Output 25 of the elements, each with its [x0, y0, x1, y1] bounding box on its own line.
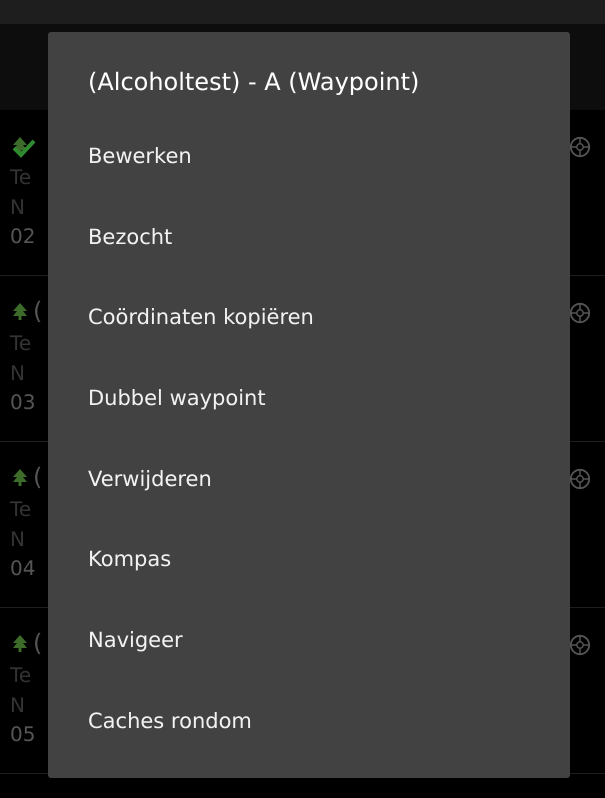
compass-icon[interactable] — [569, 634, 591, 656]
compass-icon[interactable] — [569, 302, 591, 324]
compass-icon[interactable] — [569, 468, 591, 490]
menu-title: (Alcoholtest) - A (Waypoint) — [88, 68, 420, 98]
cache-info: 03 — [10, 389, 36, 416]
menu-item[interactable]: Kompas — [88, 549, 570, 630]
menu-item[interactable]: Bewerken — [88, 146, 570, 227]
cache-info: 05 — [10, 721, 36, 748]
cache-title: ( — [33, 297, 42, 325]
tree-icon — [10, 633, 30, 653]
menu-item[interactable]: Dubbel waypoint — [88, 388, 570, 469]
tree-icon — [10, 467, 30, 487]
cache-title: ( — [33, 463, 42, 491]
menu-item[interactable]: Verwijderen — [88, 468, 570, 550]
tree-icon — [10, 135, 30, 155]
check-icon — [12, 138, 36, 158]
menu-item[interactable]: Bezocht — [88, 226, 570, 308]
menu-item[interactable]: Caches rondom — [88, 710, 570, 792]
menu-item[interactable]: Navigeer — [88, 630, 570, 711]
cache-info: 04 — [10, 555, 36, 582]
compass-icon[interactable] — [569, 136, 591, 158]
cache-info: 02 — [10, 223, 36, 250]
menu-item[interactable]: Coördinaten kopiëren — [88, 307, 570, 388]
tree-icon — [10, 301, 30, 321]
cache-title: ( — [33, 629, 42, 657]
